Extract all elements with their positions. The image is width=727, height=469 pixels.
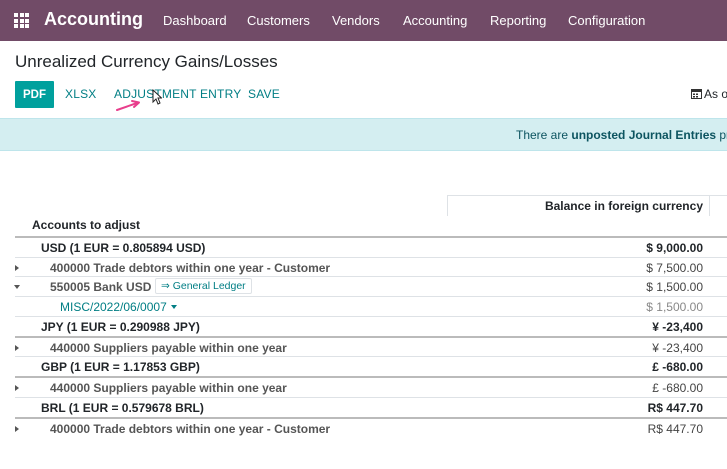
column-header-balance[interactable]: Balance in foreign currency [447, 199, 703, 213]
row-label: GBP (1 EUR = 1.17853 GBP) [41, 360, 200, 374]
section-label: Accounts to adjust [32, 218, 141, 232]
account-row[interactable]: 440000 Suppliers payable within one year… [15, 376, 727, 396]
row-amount: R$ 447.70 [647, 422, 703, 436]
alert-text: There are unposted Journal Entries prior [516, 128, 727, 142]
save-button[interactable]: SAVE [248, 87, 280, 101]
currency-row-jpy: JPY (1 EUR = 0.290988 JPY) ¥ -23,400 [15, 316, 727, 336]
row-amount: R$ 447.70 [647, 401, 703, 415]
caret-right-icon[interactable] [15, 345, 19, 351]
row-amount: ¥ -23,400 [652, 320, 703, 334]
row-label: 400000 Trade debtors within one year - C… [50, 422, 331, 436]
caret-right-icon[interactable] [15, 265, 19, 271]
currency-row-usd: USD (1 EUR = 0.805894 USD) $ 9,000.00 [15, 236, 727, 256]
currency-row-gbp: GBP (1 EUR = 1.17853 GBP) £ -680.00 [15, 356, 727, 376]
caret-right-icon[interactable] [15, 426, 19, 432]
row-amount: $ 7,500.00 [646, 261, 703, 275]
row-amount: $ 9,000.00 [646, 241, 703, 255]
row-label: 440000 Suppliers payable within one year [50, 381, 287, 395]
account-row[interactable]: 400000 Trade debtors within one year - C… [15, 257, 727, 277]
nav-customers[interactable]: Customers [247, 13, 310, 28]
journal-entry-link[interactable]: MISC/2022/06/0007 [60, 300, 177, 314]
nav-configuration[interactable]: Configuration [568, 13, 645, 28]
nav-reporting[interactable]: Reporting [490, 13, 546, 28]
account-row-bank-usd[interactable]: 550005 Bank USD ⇒ General Ledger $ 1,500… [14, 276, 727, 296]
row-amount: £ -680.00 [652, 381, 703, 395]
date-filter-label: As of [704, 87, 727, 101]
row-label: BRL (1 EUR = 0.579678 BRL) [41, 401, 204, 415]
account-row[interactable]: 440000 Suppliers payable within one year… [15, 336, 727, 356]
top-navbar: Accounting Dashboard Customers Vendors A… [0, 0, 727, 41]
nav-dashboard[interactable]: Dashboard [163, 13, 227, 28]
column-header-edge [710, 195, 727, 216]
date-filter[interactable]: As of [691, 87, 727, 101]
unposted-entries-link[interactable]: unposted Journal Entries [571, 128, 716, 142]
caret-right-icon[interactable] [15, 385, 19, 391]
xlsx-button[interactable]: XLSX [65, 87, 97, 101]
journal-entry-row[interactable]: MISC/2022/06/0007 $ 1,500.00 [15, 296, 727, 316]
row-amount: ¥ -23,400 [652, 341, 703, 355]
caret-down-icon[interactable] [14, 285, 20, 289]
row-label: 550005 Bank USD [50, 280, 152, 294]
unposted-entries-alert: There are unposted Journal Entries prior [0, 118, 727, 151]
page-title: Unrealized Currency Gains/Losses [15, 52, 278, 71]
row-amount: $ 1,500.00 [646, 300, 703, 314]
row-label: 440000 Suppliers payable within one year [50, 341, 287, 355]
nav-accounting[interactable]: Accounting [403, 13, 467, 28]
dropdown-caret-icon[interactable] [170, 305, 177, 309]
row-label: 400000 Trade debtors within one year - C… [50, 261, 331, 275]
currency-row-brl: BRL (1 EUR = 0.579678 BRL) R$ 447.70 [15, 397, 727, 417]
nav-vendors[interactable]: Vendors [332, 13, 380, 28]
account-row[interactable]: 400000 Trade debtors within one year - C… [15, 417, 727, 437]
row-amount: £ -680.00 [652, 360, 703, 374]
general-ledger-button[interactable]: ⇒ General Ledger [155, 278, 252, 294]
annotation-arrow-icon [116, 100, 140, 111]
row-label: USD (1 EUR = 0.805894 USD) [41, 241, 206, 255]
mouse-cursor-icon [152, 89, 162, 105]
row-amount: $ 1,500.00 [646, 280, 703, 294]
calendar-icon [691, 89, 702, 99]
app-title[interactable]: Accounting [44, 9, 143, 30]
apps-menu-icon[interactable] [14, 13, 29, 28]
row-label: JPY (1 EUR = 0.290988 JPY) [41, 320, 200, 334]
pdf-button[interactable]: PDF [15, 81, 54, 108]
